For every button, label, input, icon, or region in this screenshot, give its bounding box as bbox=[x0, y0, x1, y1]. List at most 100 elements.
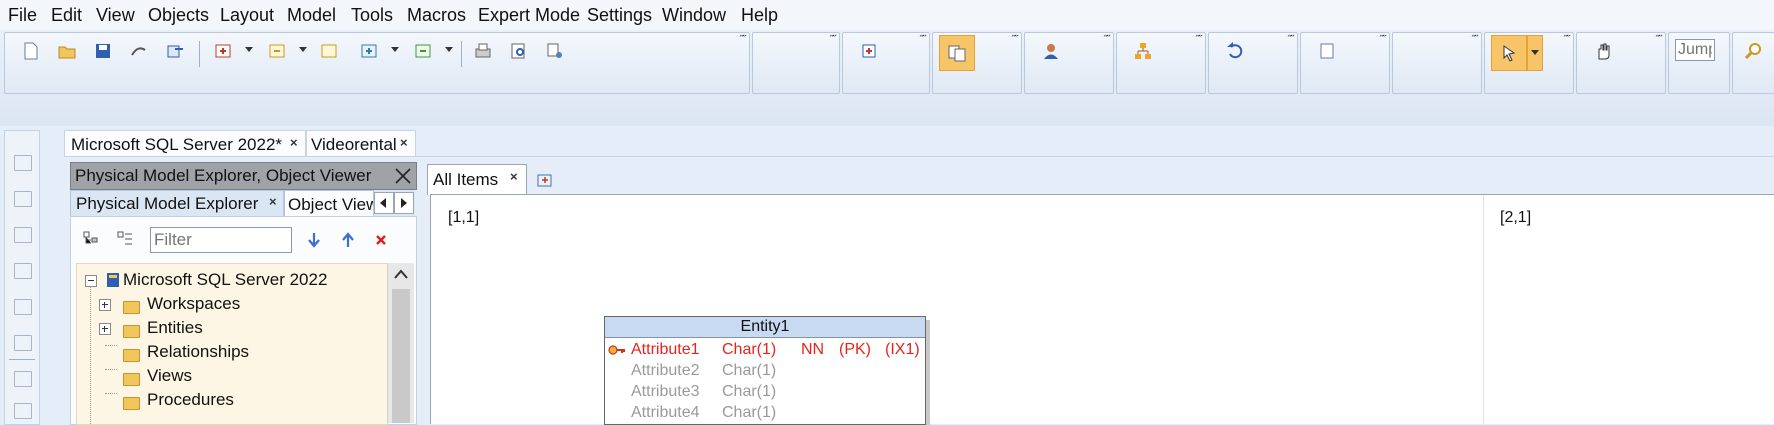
close-icon[interactable]: × bbox=[400, 135, 408, 150]
open-folder-icon[interactable] bbox=[57, 41, 79, 63]
pointer-dropdown[interactable] bbox=[1527, 35, 1543, 71]
user-icon[interactable] bbox=[1041, 41, 1063, 63]
scrollbar-thumb[interactable] bbox=[392, 289, 410, 423]
tab-scroll-left[interactable] bbox=[374, 192, 394, 214]
add-subject-area-tab-icon[interactable] bbox=[537, 172, 553, 188]
expand-icon[interactable] bbox=[99, 299, 111, 311]
tree-item-relationships[interactable]: Relationships bbox=[147, 342, 249, 362]
tree-item-views[interactable]: Views bbox=[147, 366, 192, 386]
align-left-icon[interactable] bbox=[14, 155, 32, 171]
toolbar-grip[interactable]: ˝˝ bbox=[740, 34, 746, 46]
tab-scroll-right[interactable] bbox=[394, 192, 414, 214]
new-document-icon[interactable] bbox=[21, 41, 43, 63]
add-view-icon[interactable] bbox=[359, 41, 381, 63]
tree-item-entities[interactable]: Entities bbox=[147, 318, 203, 338]
tree-scrollbar[interactable] bbox=[387, 263, 414, 423]
doc-tab-mssql[interactable]: Microsoft SQL Server 2022* × bbox=[64, 130, 306, 157]
tree-item-workspaces[interactable]: Workspaces bbox=[147, 294, 240, 314]
menu-objects[interactable]: Objects bbox=[148, 5, 209, 26]
close-icon[interactable]: × bbox=[290, 135, 298, 150]
chevron-up-icon[interactable] bbox=[394, 269, 408, 279]
menu-model[interactable]: Model bbox=[287, 5, 336, 26]
menu-layout[interactable]: Layout bbox=[220, 5, 274, 26]
clear-filter-icon[interactable] bbox=[375, 234, 387, 246]
display-mode-icon[interactable] bbox=[939, 35, 975, 71]
diagram-tabs: All Items × bbox=[427, 162, 1774, 195]
tab-object-viewer[interactable]: Object View bbox=[284, 190, 374, 217]
menu-file[interactable]: File bbox=[8, 5, 37, 26]
entity-box[interactable]: Entity1 Attribute1 Char(1) NN (PK) (IX1)… bbox=[604, 316, 926, 425]
menu-edit[interactable]: Edit bbox=[51, 5, 82, 26]
menu-settings[interactable]: Settings bbox=[587, 5, 652, 26]
pointer-tool-icon[interactable] bbox=[1491, 35, 1527, 71]
menu-bar: File Edit View Objects Layout Model Tool… bbox=[0, 0, 1774, 31]
add-folder-icon[interactable] bbox=[319, 41, 341, 63]
menu-view[interactable]: View bbox=[96, 5, 135, 26]
jump-input[interactable] bbox=[1675, 39, 1715, 61]
align-middle-icon[interactable] bbox=[14, 299, 32, 315]
doc-tab-label: Videorental bbox=[311, 135, 397, 154]
menu-window[interactable]: Window bbox=[662, 5, 726, 26]
close-icon[interactable]: × bbox=[269, 194, 277, 209]
add-note-icon[interactable] bbox=[413, 41, 435, 63]
tree-item-procedures[interactable]: Procedures bbox=[147, 390, 234, 410]
expand-icon[interactable] bbox=[99, 323, 111, 335]
tree-root[interactable]: Microsoft SQL Server 2022 bbox=[123, 270, 327, 290]
save-icon[interactable] bbox=[93, 41, 115, 63]
menu-tools[interactable]: Tools bbox=[351, 5, 393, 26]
arrow-up-icon[interactable] bbox=[341, 232, 355, 248]
arrow-down-icon[interactable] bbox=[307, 232, 321, 248]
undo-icon[interactable] bbox=[1225, 41, 1247, 63]
align-top-icon[interactable] bbox=[14, 263, 32, 279]
tab-all-items[interactable]: All Items × bbox=[427, 164, 527, 195]
explorer-tabs: Physical Model Explorer × Object View bbox=[70, 190, 415, 217]
toolbar-band: ˝˝ ˝˝ ˝˝ ˝˝ ˝˝ ˝˝ ˝˝ ˝˝ ˝˝ ˝˝ ˝˝ Jump bbox=[0, 30, 1774, 126]
menu-expert-mode[interactable]: Expert Mode bbox=[478, 5, 580, 26]
collapse-all-icon[interactable] bbox=[117, 231, 133, 247]
hierarchy-icon[interactable] bbox=[1133, 41, 1155, 63]
add-entity-icon[interactable] bbox=[213, 41, 235, 63]
filter-input[interactable] bbox=[150, 227, 292, 253]
not-null-flag: NN bbox=[801, 341, 825, 358]
toolbar-segment: ˝˝ bbox=[1208, 32, 1298, 94]
explorer-header: Physical Model Explorer, Object Viewer bbox=[70, 162, 417, 190]
close-icon[interactable]: × bbox=[510, 169, 518, 184]
same-height-icon[interactable] bbox=[14, 403, 32, 419]
dropdown-arrow-icon[interactable] bbox=[445, 47, 453, 52]
print-icon[interactable] bbox=[473, 41, 495, 63]
entity-title[interactable]: Entity1 bbox=[605, 317, 925, 338]
chevron-left-icon bbox=[380, 198, 386, 208]
close-icon[interactable] bbox=[394, 167, 412, 185]
dropdown-arrow-icon[interactable] bbox=[391, 47, 399, 52]
align-bottom-icon[interactable] bbox=[14, 335, 32, 351]
align-center-icon[interactable] bbox=[14, 191, 32, 207]
page-icon[interactable] bbox=[1317, 41, 1339, 63]
print-preview-icon[interactable] bbox=[509, 41, 531, 63]
same-width-icon[interactable] bbox=[14, 371, 32, 387]
export-icon[interactable] bbox=[165, 41, 187, 63]
folder-icon bbox=[123, 373, 140, 386]
redirect-icon[interactable] bbox=[129, 41, 151, 63]
model-tree: Microsoft SQL Server 2022 Workspaces Ent… bbox=[76, 263, 388, 425]
doc-tab-videorental[interactable]: Videorental × bbox=[306, 130, 416, 157]
dropdown-arrow-icon[interactable] bbox=[245, 47, 253, 52]
menu-help[interactable]: Help bbox=[741, 5, 778, 26]
attribute-name: Attribute4 bbox=[631, 404, 700, 421]
database-icon bbox=[107, 273, 119, 287]
align-right-icon[interactable] bbox=[14, 227, 32, 243]
hand-tool-icon[interactable] bbox=[1593, 41, 1615, 63]
add-relation-icon[interactable] bbox=[267, 41, 289, 63]
page-divider bbox=[1483, 195, 1484, 424]
menu-macros[interactable]: Macros bbox=[407, 5, 466, 26]
grid-cell-label: [2,1] bbox=[1500, 209, 1532, 226]
print-settings-icon[interactable] bbox=[545, 41, 567, 63]
dropdown-arrow-icon[interactable] bbox=[299, 47, 307, 52]
tab-label: Physical Model Explorer bbox=[76, 194, 259, 213]
main-toolbar: ˝˝ bbox=[4, 32, 750, 94]
add-subject-area-icon[interactable] bbox=[859, 41, 881, 63]
tab-physical-model-explorer[interactable]: Physical Model Explorer × bbox=[70, 190, 284, 217]
zoom-icon[interactable] bbox=[1743, 41, 1765, 63]
expand-all-icon[interactable] bbox=[83, 231, 99, 247]
primary-key-flag: (PK) bbox=[839, 341, 871, 358]
toolbar-segment: ˝˝ bbox=[1116, 32, 1206, 94]
